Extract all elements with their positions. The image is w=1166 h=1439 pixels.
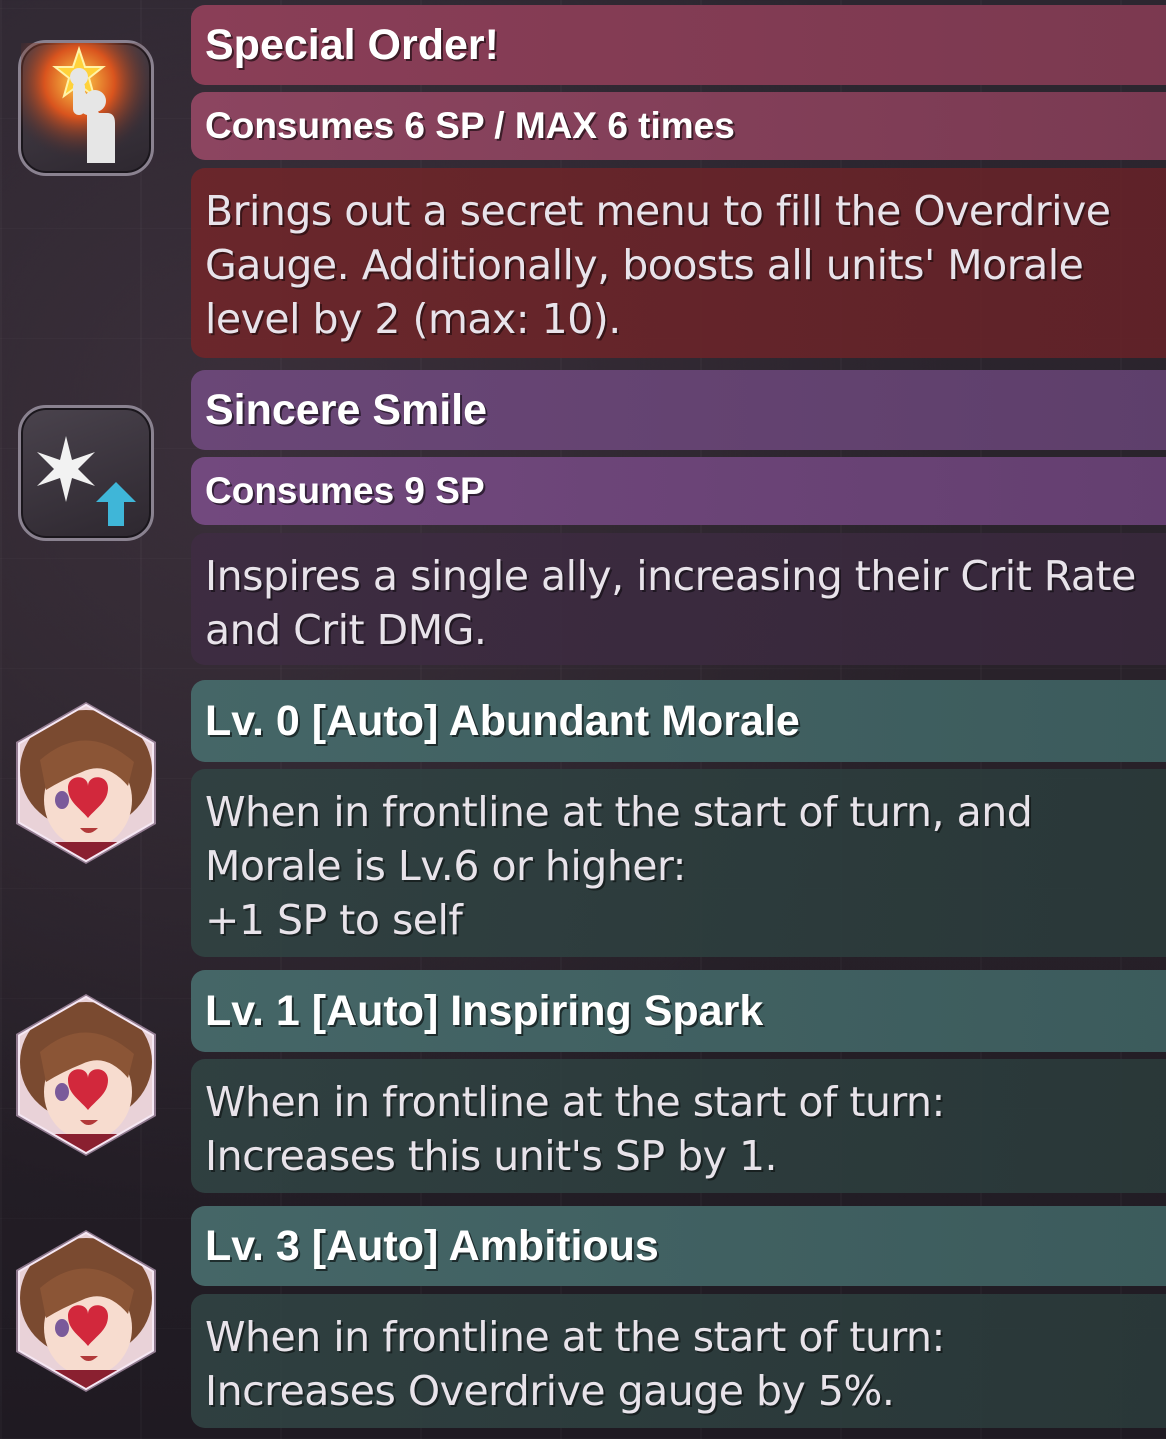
passive-description: When in frontline at the start of turn, … bbox=[191, 769, 1166, 957]
skill-cost: Consumes 9 SP bbox=[191, 457, 1166, 525]
passive-title: Lv. 0 [Auto] Abundant Morale bbox=[191, 680, 1166, 762]
starburst-up-arrow-icon bbox=[18, 405, 154, 541]
character-portrait-icon bbox=[10, 700, 162, 866]
raised-fist-star-icon bbox=[18, 40, 154, 176]
skill-title: Special Order! bbox=[191, 5, 1166, 85]
skill-cost: Consumes 6 SP / MAX 6 times bbox=[191, 92, 1166, 160]
passive-description: When in frontline at the start of turn: … bbox=[191, 1294, 1166, 1428]
passive-title: Lv. 1 [Auto] Inspiring Spark bbox=[191, 970, 1166, 1052]
skill-title: Sincere Smile bbox=[191, 370, 1166, 450]
character-portrait-icon bbox=[10, 992, 162, 1158]
passive-title: Lv. 3 [Auto] Ambitious bbox=[191, 1206, 1166, 1286]
passive-description: When in frontline at the start of turn: … bbox=[191, 1059, 1166, 1193]
skill-description: Brings out a secret menu to fill the Ove… bbox=[191, 168, 1166, 358]
character-portrait-icon bbox=[10, 1228, 162, 1394]
skill-description: Inspires a single ally, increasing their… bbox=[191, 533, 1166, 665]
